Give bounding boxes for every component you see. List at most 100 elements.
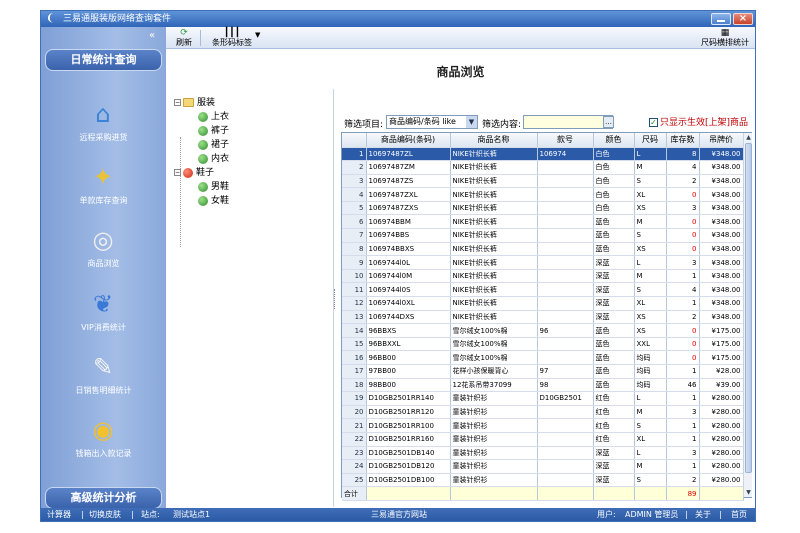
pane-splitter[interactable] (333, 89, 337, 507)
column-header[interactable]: 商品编码(条码) (366, 133, 451, 148)
refresh-button[interactable]: ⟳ 刷新 (174, 28, 194, 48)
table-row[interactable]: 24 D10GB2501DB120 童装针织衫 深蓝 M 1 ¥280.00 (342, 459, 744, 474)
tree-node-label: 女鞋 (211, 196, 230, 206)
table-row[interactable]: 21 D10GB2501RR100 童装针织衫 红色 S 1 ¥280.00 (342, 418, 744, 433)
folder-icon (183, 98, 194, 107)
table-row[interactable]: 22 D10GB2501RR160 童装针织衫 红色 XL 1 ¥280.00 (342, 432, 744, 447)
search-input[interactable] (523, 115, 613, 129)
column-header[interactable]: 库存数 (666, 133, 700, 148)
search-label: 筛选内容: (482, 120, 522, 130)
table-cell: NIKE针织长裤 (450, 147, 538, 162)
table-cell: 10697487ZXS (366, 201, 451, 216)
daily-query-header[interactable]: 日常统计查询 (45, 49, 162, 71)
table-cell: 10697487ZS (366, 174, 451, 189)
table-row[interactable]: 2 10697487ZM NIKE针织长裤 白色 M 4 ¥348.00 (342, 160, 744, 175)
barcode-tag-button[interactable]: ┃┃┃ 条形码标签 (206, 28, 258, 48)
collapse-toggle-icon[interactable]: − (174, 99, 181, 106)
column-header[interactable]: 款号 (537, 133, 594, 148)
table-cell: ¥348.00 (699, 160, 744, 175)
table-row[interactable]: 5 10697487ZXS NIKE针织长裤 白色 XS 3 ¥348.00 (342, 201, 744, 216)
table-row[interactable]: 14 96BBXS 雪尔绒女100%棉 96 蓝色 XS 0 ¥175.00 (342, 323, 744, 338)
table-row[interactable]: 3 10697487ZS NIKE针织长裤 白色 S 2 ¥348.00 (342, 174, 744, 189)
splitter-grip[interactable] (334, 289, 337, 309)
table-row[interactable]: 17 97BB00 花样小孩保暖背心 97 蓝色 均码 1 ¥28.00 (342, 364, 744, 379)
table-row[interactable]: 20 D10GB2501RR120 童装针织衫 红色 M 3 ¥280.00 (342, 405, 744, 420)
chevron-down-icon[interactable]: ▼ (466, 116, 477, 128)
tree-node-pants[interactable]: 裤子 (198, 125, 229, 137)
page-title: 商品浏览 (436, 65, 485, 79)
row-number-cell: 18 (342, 378, 367, 393)
table-row[interactable]: 23 D10GB2501DB140 童装针织衫 深蓝 L 3 ¥280.00 (342, 446, 744, 461)
table-row[interactable]: 10 1069744l0M NIKE针织长裤 深蓝 M 1 ¥348.00 (342, 269, 744, 284)
collapse-sidebar-icon[interactable]: « (149, 30, 163, 42)
title-bar: ❨ 三易通服装版网络查询套件 × (41, 11, 755, 27)
scroll-up-icon[interactable]: ▲ (744, 133, 753, 142)
table-cell: ¥348.00 (699, 242, 744, 257)
tree-node-underwear[interactable]: 内衣 (198, 153, 229, 165)
barcode-dropdown-caret-icon[interactable]: ▼ (255, 31, 260, 39)
table-cell: 蓝色 (593, 337, 635, 352)
show-active-checkbox[interactable]: ✓ 只显示生效[上架]商品 (649, 115, 748, 128)
advanced-analysis-header[interactable]: 高级统计分析 (45, 487, 162, 509)
table-row[interactable]: 19 D10GB2501RR140 童装针织衫 D10GB2501 红色 L 1 ¥280.0… (342, 391, 744, 406)
row-number-cell: 12 (342, 296, 367, 311)
search-lookup-button[interactable]: … (603, 116, 614, 128)
column-header[interactable]: 尺码 (634, 133, 667, 148)
table-row[interactable]: 4 10697487ZXL NIKE针织长裤 白色 XL 0 ¥348.00 (342, 187, 744, 202)
row-number-cell: 20 (342, 405, 367, 420)
table-row[interactable]: 1 10697487ZL NIKE针织长裤 106974 白色 L 8 ¥348.00 (342, 147, 744, 162)
table-row[interactable]: 12 1069744l0XL NIKE针织长裤 深蓝 XL 1 ¥348.00 (342, 296, 744, 311)
table-row[interactable]: 18 98BB00 12花系吊带37099 98 蓝色 均码 46 ¥39.00 (342, 378, 744, 393)
table-cell: XL (634, 296, 667, 311)
table-row[interactable]: 15 96BBXXL 雪尔绒女100%棉 蓝色 XXL 0 ¥175.00 (342, 337, 744, 352)
table-row[interactable]: 6 106974BBM NIKE针织长裤 蓝色 M 0 ¥348.00 (342, 214, 744, 230)
tree-node-mens-shoes[interactable]: 男鞋 (198, 181, 229, 193)
about-link[interactable]: 关于 (695, 508, 711, 521)
official-website-link[interactable]: 三易通官方网站 (371, 508, 427, 521)
scrollbar-thumb[interactable] (745, 143, 752, 473)
table-row[interactable]: 25 D10GB2501DB100 童装针织衫 深蓝 S 2 ¥280.00 (342, 473, 744, 488)
filter-field-select[interactable]: 商品编码/条码 like (386, 115, 478, 129)
table-cell: 蓝色 (593, 323, 635, 338)
tree-node-skirts[interactable]: 裙子 (198, 139, 229, 151)
row-number-cell: 10 (342, 269, 367, 284)
sidebar-item-stock-query[interactable]: ✦ 单款库存查询 (41, 162, 166, 222)
tree-node-label: 鞋子 (196, 168, 215, 178)
sidebar-item-daily-sales[interactable]: ✎ 日销售明细统计 (41, 352, 166, 412)
table-row[interactable]: 16 96BB00 雪尔绒女100%棉 蓝色 均码 0 ¥175.00 (342, 350, 744, 365)
tree-node-womens-shoes[interactable]: 女鞋 (198, 195, 229, 207)
tree-node-clothing[interactable]: − 服装 (174, 97, 215, 109)
calculator-link[interactable]: 计算器 (47, 508, 71, 521)
sidebar-item-label: 商品浏览 (87, 259, 120, 268)
tree-node-tops[interactable]: 上衣 (198, 111, 229, 123)
table-cell: 蓝色 (593, 242, 635, 257)
table-cell: 白色 (593, 147, 635, 162)
table-cell: 雪尔绒女100%棉 (450, 337, 538, 352)
size-stats-button[interactable]: ▦ 尺码横排统计 (696, 28, 754, 48)
vertical-scrollbar[interactable]: ▲ ▼ (743, 133, 752, 497)
sidebar-item-remote-purchase[interactable]: ⌂ 远程采购进货 (41, 99, 166, 159)
collapse-toggle-icon[interactable]: − (174, 169, 181, 176)
table-cell: S (634, 282, 667, 298)
sidebar-item-vip[interactable]: ❦ VIP消费统计 (41, 289, 166, 349)
sidebar-item-browse[interactable]: ◎ 商品浏览 (41, 225, 166, 285)
table-row[interactable]: 8 106974BBXS NIKE针织长裤 蓝色 XS 0 ¥348.00 (342, 242, 744, 257)
scroll-down-icon[interactable]: ▼ (744, 488, 753, 497)
column-header[interactable]: 颜色 (593, 133, 635, 148)
column-header[interactable]: 商品名称 (450, 133, 538, 148)
sidebar-item-cashbox[interactable]: ◉ 钱箱出入款记录 (41, 415, 166, 475)
table-cell: ¥39.00 (699, 378, 744, 393)
table-cell: 106974BBXS (366, 242, 451, 257)
table-row[interactable]: 9 1069744l0L NIKE针织长裤 深蓝 L 3 ¥348.00 (342, 255, 744, 270)
table-cell: D10GB2501DB140 (366, 446, 451, 461)
table-row[interactable]: 7 106974BBS NIKE针织长裤 蓝色 S 0 ¥348.00 (342, 228, 744, 243)
switch-skin-link[interactable]: 切换皮肤 (89, 508, 121, 521)
close-button[interactable]: × (733, 13, 753, 25)
table-row[interactable]: 13 1069744DXS NIKE针织长裤 深蓝 XS 2 ¥348.00 (342, 310, 744, 325)
table-cell: 均码 (634, 378, 667, 393)
column-header[interactable]: 吊牌价 (699, 133, 744, 148)
tree-node-shoes[interactable]: − 鞋子 (174, 167, 214, 179)
table-row[interactable]: 11 1069744l0S NIKE针织长裤 深蓝 S 4 ¥348.00 (342, 282, 744, 298)
home-link[interactable]: 首页 (731, 508, 747, 521)
minimize-button[interactable] (711, 13, 731, 25)
